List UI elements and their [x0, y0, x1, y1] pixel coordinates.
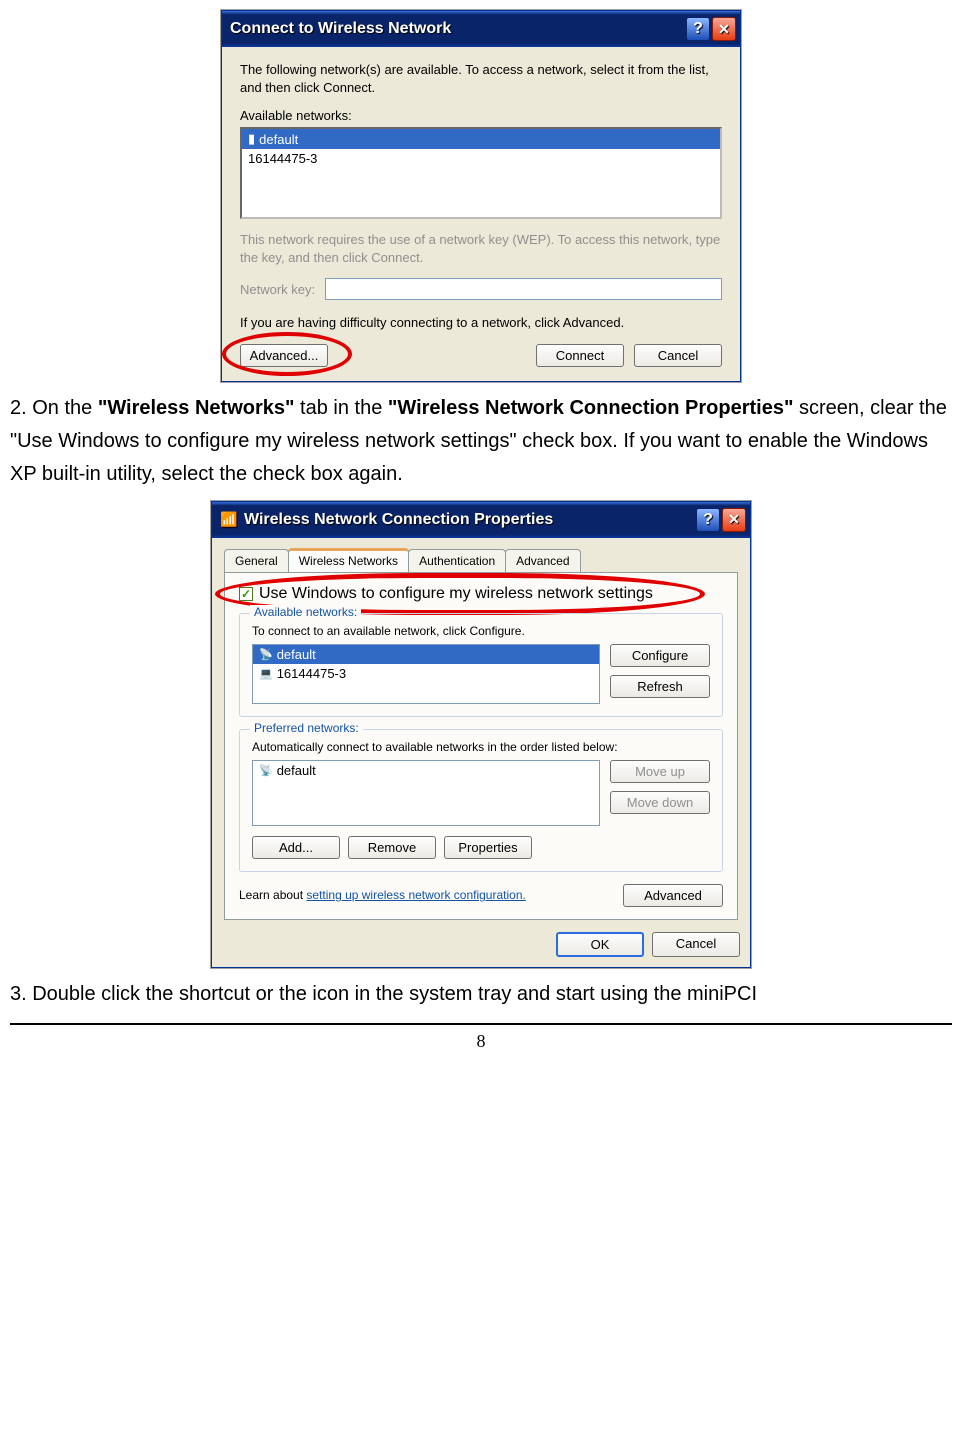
help-icon[interactable]: ?	[686, 17, 710, 41]
checkbox-label: Use Windows to configure my wireless net…	[259, 585, 653, 603]
cancel-button[interactable]: Cancel	[652, 932, 740, 957]
available-legend: Available networks:	[250, 605, 361, 619]
computer-icon: 💻	[259, 667, 273, 680]
wireless-icon: 📶	[220, 511, 238, 529]
close-icon[interactable]: ✕	[722, 508, 746, 532]
remove-button[interactable]: Remove	[348, 836, 436, 859]
wireless-properties-dialog: 📶 Wireless Network Connection Properties…	[211, 501, 751, 968]
step-3-text: 3. Double click the shortcut or the icon…	[10, 978, 952, 1011]
configure-button[interactable]: Configure	[610, 644, 710, 667]
network-name: default	[277, 763, 316, 778]
wireless-icon: ▮	[248, 131, 255, 147]
move-down-button[interactable]: Move down	[610, 791, 710, 814]
network-item-default[interactable]: ▮ default	[242, 129, 720, 149]
step-2-text: 2. On the "Wireless Networks" tab in the…	[10, 392, 952, 491]
available-desc: To connect to an available network, clic…	[252, 624, 710, 638]
ok-button[interactable]: OK	[556, 932, 644, 957]
titlebar[interactable]: 📶 Wireless Network Connection Properties…	[212, 502, 750, 538]
tab-panel: ✓ Use Windows to configure my wireless n…	[224, 572, 738, 920]
dialog1-body: The following network(s) are available. …	[222, 47, 740, 381]
network-key-input[interactable]	[325, 278, 722, 300]
page-footer: 8	[10, 1023, 952, 1052]
difficulty-note: If you are having difficulty connecting …	[240, 314, 722, 332]
network-name: default	[277, 647, 316, 662]
tab-area: General Wireless Networks Authentication…	[212, 538, 750, 920]
available-networks-list[interactable]: ▮ default 16144475-3	[240, 127, 722, 219]
available-networks-group: Available networks: To connect to an ava…	[239, 613, 723, 717]
tab-authentication[interactable]: Authentication	[408, 549, 506, 572]
cancel-button[interactable]: Cancel	[634, 344, 722, 367]
connect-wireless-dialog: Connect to Wireless Network ? ✕ The foll…	[221, 10, 741, 382]
use-windows-checkbox[interactable]: ✓	[239, 587, 253, 601]
learn-text: Learn about setting up wireless network …	[239, 888, 603, 902]
add-button[interactable]: Add...	[252, 836, 340, 859]
refresh-button[interactable]: Refresh	[610, 675, 710, 698]
properties-button[interactable]: Properties	[444, 836, 532, 859]
move-up-button[interactable]: Move up	[610, 760, 710, 783]
network-name: 16144475-3	[277, 666, 346, 681]
learn-link[interactable]: setting up wireless network configuratio…	[306, 888, 525, 902]
tab-advanced[interactable]: Advanced	[505, 549, 580, 572]
network-item-16144475-3[interactable]: 16144475-3	[242, 149, 720, 168]
antenna-icon: 📡	[259, 648, 273, 661]
advanced-button[interactable]: Advanced...	[240, 344, 328, 367]
network-name: default	[259, 132, 298, 147]
advanced-button[interactable]: Advanced	[623, 884, 723, 907]
tab-general[interactable]: General	[224, 549, 289, 572]
dialog-title: Wireless Network Connection Properties	[244, 511, 694, 529]
preferred-legend: Preferred networks:	[250, 721, 363, 735]
preferred-item-default[interactable]: 📡 default	[253, 761, 599, 780]
help-icon[interactable]: ?	[696, 508, 720, 532]
tabs: General Wireless Networks Authentication…	[224, 548, 738, 572]
tab-wireless-networks[interactable]: Wireless Networks	[288, 548, 409, 572]
antenna-icon: 📡	[259, 764, 273, 777]
intro-text: The following network(s) are available. …	[240, 61, 722, 96]
available-item-16144475-3[interactable]: 💻 16144475-3	[253, 664, 599, 683]
network-name: 16144475-3	[248, 151, 317, 166]
available-item-default[interactable]: 📡 default	[253, 645, 599, 664]
preferred-desc: Automatically connect to available netwo…	[252, 740, 710, 754]
connect-button[interactable]: Connect	[536, 344, 624, 367]
available-label: Available networks:	[240, 108, 722, 123]
footer-buttons: OK Cancel	[212, 920, 750, 967]
titlebar[interactable]: Connect to Wireless Network ? ✕	[222, 11, 740, 47]
network-key-label: Network key:	[240, 282, 315, 297]
available-list[interactable]: 📡 default 💻 16144475-3	[252, 644, 600, 704]
preferred-list[interactable]: 📡 default	[252, 760, 600, 826]
wep-note: This network requires the use of a netwo…	[240, 231, 722, 266]
close-icon[interactable]: ✕	[712, 17, 736, 41]
dialog-title: Connect to Wireless Network	[230, 20, 684, 38]
page-number: 8	[477, 1031, 486, 1051]
use-windows-checkbox-row[interactable]: ✓ Use Windows to configure my wireless n…	[239, 585, 723, 603]
preferred-networks-group: Preferred networks: Automatically connec…	[239, 729, 723, 872]
